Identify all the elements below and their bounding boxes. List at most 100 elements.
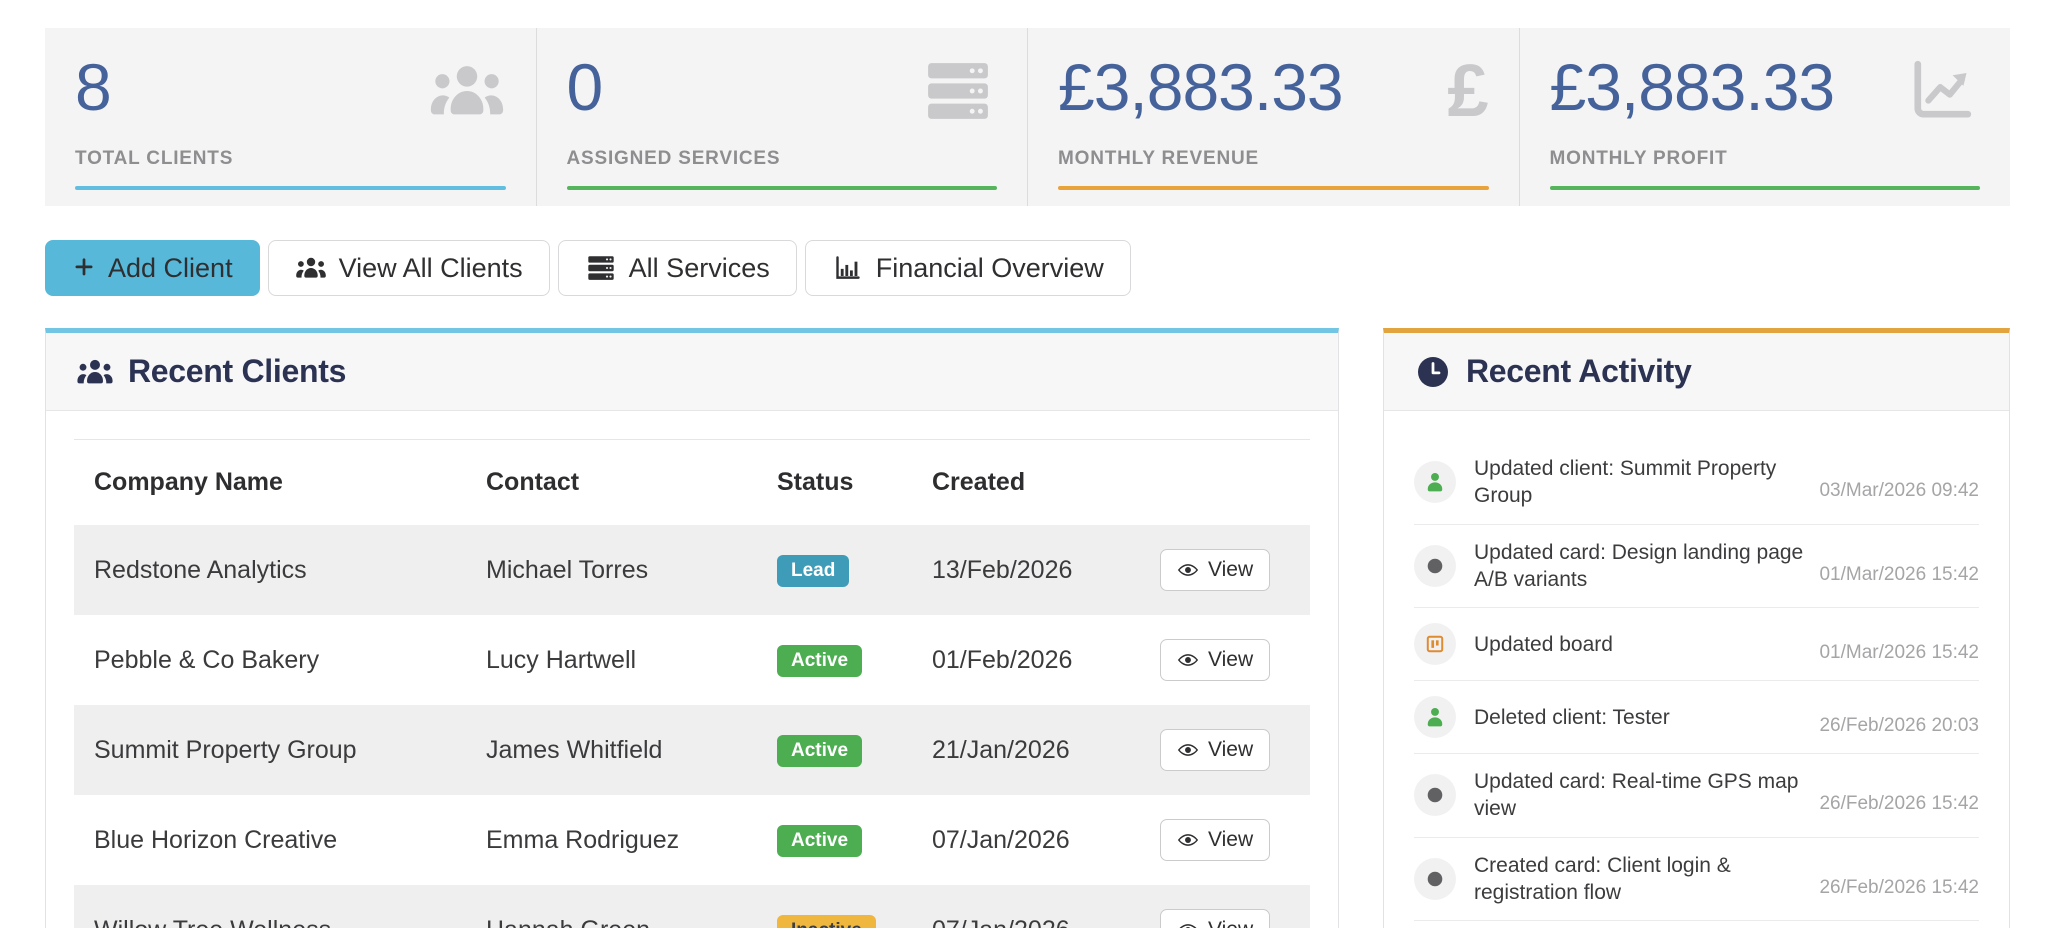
clients-table-header-row: Company Name Contact Status Created: [74, 440, 1310, 526]
view-label: View: [1208, 648, 1253, 672]
view-label: View: [1208, 738, 1253, 762]
activity-avatar: [1414, 696, 1456, 738]
client-company: Pebble & Co Bakery: [74, 615, 486, 705]
client-created: 13/Feb/2026: [932, 525, 1130, 615]
activity-timestamp: 26/Feb/2026 15:42: [1819, 793, 1979, 815]
activity-avatar: [1414, 623, 1456, 665]
status-badge: Lead: [777, 555, 849, 587]
stat-monthly-revenue: £3,883.33 £ MONTHLY REVENUE: [1027, 28, 1519, 206]
users-icon: [295, 254, 327, 282]
recent-activity-panel: Recent Activity Updated client: Summit P…: [1383, 328, 2010, 928]
view-client-button[interactable]: View: [1160, 639, 1270, 681]
activity-avatar: [1414, 774, 1456, 816]
view-label: View: [1208, 918, 1253, 928]
activity-timestamp: 01/Mar/2026 15:42: [1819, 564, 1979, 586]
pound-sterling-icon: £: [1447, 58, 1488, 125]
recent-clients-header: Recent Clients: [46, 333, 1338, 411]
status-badge: Active: [777, 735, 862, 767]
eye-icon: [1177, 561, 1199, 579]
clients-table: Company Name Contact Status Created Reds…: [74, 439, 1310, 928]
stat-accent-bar: [1058, 186, 1489, 190]
activity-item: Updated card: Design landing page A/B va…: [1414, 525, 1979, 609]
client-row: Redstone Analytics Michael Torres Lead 1…: [74, 525, 1310, 615]
stat-value: £3,883.33: [1550, 54, 1835, 120]
client-created: 07/Jan/2026: [932, 795, 1130, 885]
client-company: Blue Horizon Creative: [74, 795, 486, 885]
activity-item: Updated card: Real-time GPS map view 26/…: [1414, 754, 1979, 838]
activity-item: Created card: Client login & registratio…: [1414, 838, 1979, 922]
chart-bar-icon: [832, 254, 864, 282]
view-all-clients-button[interactable]: View All Clients: [268, 240, 550, 296]
activity-timestamp: 01/Mar/2026 15:42: [1819, 642, 1979, 664]
activity-item: Deleted client: Tester 26/Feb/2026 20:03: [1414, 681, 1979, 754]
all-services-button[interactable]: All Services: [558, 240, 797, 296]
activity-item: Updated client: Summit Property Group 03…: [1414, 441, 1979, 525]
users-icon: [76, 356, 114, 388]
all-services-label: All Services: [629, 253, 770, 284]
eye-icon: [1177, 831, 1199, 849]
stat-assigned-services: 0 ASSIGNED SERVICES: [536, 28, 1028, 206]
client-row: Willow Tree Wellness Hannah Green Inacti…: [74, 885, 1310, 928]
stat-accent-bar: [75, 186, 506, 190]
users-icon: [428, 58, 506, 124]
status-badge: Inactive: [777, 915, 876, 928]
client-row: Pebble & Co Bakery Lucy Hartwell Active …: [74, 615, 1310, 705]
user-icon: [1424, 706, 1446, 728]
stat-total-clients: 8 TOTAL CLIENTS: [45, 28, 536, 206]
add-client-button[interactable]: Add Client: [45, 240, 260, 296]
server-icon: [585, 254, 617, 282]
stat-accent-bar: [567, 186, 998, 190]
stat-label: MONTHLY PROFIT: [1550, 148, 1981, 170]
activity-item: Moved card to: Review 26/Feb/2026 15:42: [1414, 921, 1979, 928]
financial-overview-label: Financial Overview: [876, 253, 1104, 284]
activity-avatar: [1414, 461, 1456, 503]
client-row: Blue Horizon Creative Emma Rodriguez Act…: [74, 795, 1310, 885]
board-icon: [1424, 633, 1446, 655]
activity-item: Updated board 01/Mar/2026 15:42: [1414, 608, 1979, 681]
activity-text: Deleted client: Tester: [1474, 704, 1819, 731]
activity-text: Updated board: [1474, 631, 1819, 658]
client-contact: Lucy Hartwell: [486, 615, 777, 705]
client-company: Willow Tree Wellness: [74, 885, 486, 928]
client-company: Summit Property Group: [74, 705, 486, 795]
eye-icon: [1177, 921, 1199, 928]
activity-text: Created card: Client login & registratio…: [1474, 852, 1819, 907]
stat-value: 0: [567, 54, 603, 120]
stat-label: ASSIGNED SERVICES: [567, 148, 998, 170]
stat-monthly-profit: £3,883.33 MONTHLY PROFIT: [1519, 28, 2011, 206]
client-row: Summit Property Group James Whitfield Ac…: [74, 705, 1310, 795]
stat-accent-bar: [1550, 186, 1981, 190]
eye-icon: [1177, 741, 1199, 759]
activity-avatar: [1414, 858, 1456, 900]
stat-value: £3,883.33: [1058, 54, 1343, 120]
col-company-name: Company Name: [74, 440, 486, 526]
card-dot-icon: [1424, 784, 1446, 806]
client-company: Redstone Analytics: [74, 525, 486, 615]
plus-icon: [72, 256, 96, 280]
client-contact: Emma Rodriguez: [486, 795, 777, 885]
stat-value: 8: [75, 54, 111, 120]
client-created: 01/Feb/2026: [932, 615, 1130, 705]
activity-timestamp: 26/Feb/2026 15:42: [1819, 877, 1979, 899]
view-client-button[interactable]: View: [1160, 819, 1270, 861]
stats-strip: 8 TOTAL CLIENTS 0 ASSIGNED SERVICES £3,8…: [45, 28, 2010, 206]
view-client-button[interactable]: View: [1160, 909, 1270, 928]
activity-text: Updated client: Summit Property Group: [1474, 455, 1819, 510]
view-client-button[interactable]: View: [1160, 549, 1270, 591]
activity-text: Updated card: Real-time GPS map view: [1474, 768, 1819, 823]
activity-timestamp: 26/Feb/2026 20:03: [1819, 715, 1979, 737]
col-status: Status: [777, 440, 932, 526]
status-badge: Active: [777, 645, 862, 677]
client-created: 07/Jan/2026: [932, 885, 1130, 928]
user-icon: [1424, 471, 1446, 493]
view-client-button[interactable]: View: [1160, 729, 1270, 771]
client-contact: Hannah Green: [486, 885, 777, 928]
stat-label: TOTAL CLIENTS: [75, 148, 506, 170]
chart-line-icon: [1902, 58, 1980, 124]
financial-overview-button[interactable]: Financial Overview: [805, 240, 1131, 296]
recent-activity-header: Recent Activity: [1384, 333, 2009, 411]
client-created: 21/Jan/2026: [932, 705, 1130, 795]
add-client-label: Add Client: [108, 253, 233, 284]
card-dot-icon: [1424, 555, 1446, 577]
eye-icon: [1177, 651, 1199, 669]
